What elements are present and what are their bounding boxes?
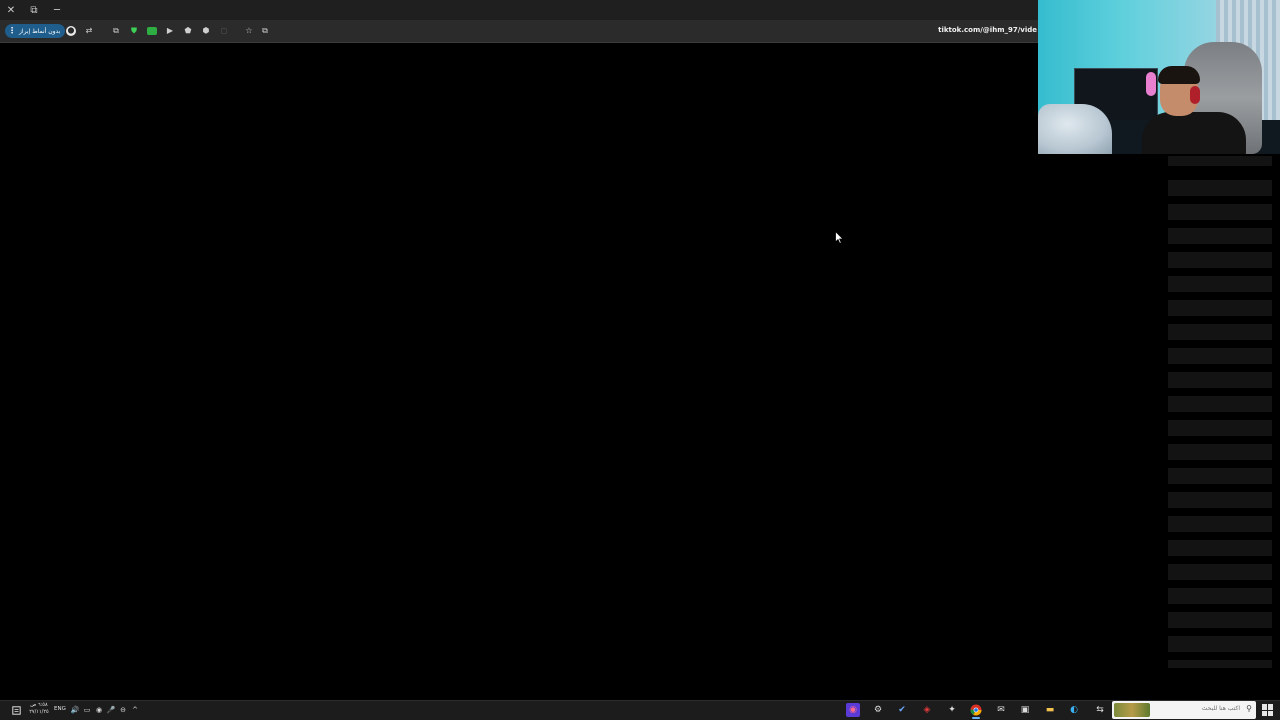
shield-icon[interactable]: ⛊ bbox=[128, 25, 140, 37]
address-bar-url[interactable]: tiktok.com/@ihm_97/vide bbox=[938, 26, 1037, 34]
kebab-menu-icon: ⋮ bbox=[8, 26, 16, 35]
loading-placeholder bbox=[1168, 204, 1272, 220]
loading-placeholder bbox=[1168, 324, 1272, 340]
chrome-icon[interactable] bbox=[969, 703, 983, 719]
search-highlight-image bbox=[1114, 703, 1150, 717]
loading-placeholder bbox=[1168, 468, 1272, 484]
loading-placeholder bbox=[1168, 396, 1272, 412]
blanket bbox=[1038, 104, 1112, 154]
restore-icon[interactable]: ⧉ bbox=[26, 2, 42, 18]
menu-label: بدون أنماط إبراز bbox=[19, 27, 61, 35]
microphone-tray-icon[interactable]: 🎤 bbox=[106, 705, 116, 715]
show-hidden-icons-chevron-icon[interactable]: ^ bbox=[130, 705, 140, 715]
play-icon[interactable]: ▶ bbox=[164, 25, 176, 37]
notifications-icon[interactable] bbox=[11, 705, 21, 715]
loading-placeholder bbox=[1168, 372, 1272, 388]
game-launcher-icon[interactable]: ✦ bbox=[945, 703, 959, 717]
loading-placeholder bbox=[1168, 660, 1272, 668]
browser-menu-button[interactable]: بدون أنماط إبراز ⋮ bbox=[5, 24, 66, 38]
loading-placeholder bbox=[1168, 516, 1272, 532]
loading-placeholder bbox=[1168, 588, 1272, 604]
profile-icon[interactable]: ⬤ bbox=[66, 26, 76, 36]
loading-placeholder bbox=[1168, 252, 1272, 268]
loading-placeholder bbox=[1168, 636, 1272, 652]
mail-icon[interactable]: ✉ bbox=[994, 703, 1008, 717]
loading-placeholder bbox=[1168, 444, 1272, 460]
loading-placeholder bbox=[1168, 348, 1272, 364]
battery-extension-icon[interactable] bbox=[147, 27, 157, 35]
edge-icon[interactable]: ◐ bbox=[1067, 703, 1081, 717]
loading-placeholder bbox=[1168, 228, 1272, 244]
adblock-icon[interactable]: ⬟ bbox=[182, 25, 194, 37]
close-icon[interactable]: ✕ bbox=[3, 2, 19, 18]
loading-placeholder bbox=[1168, 276, 1272, 292]
loading-placeholder bbox=[1168, 156, 1272, 166]
settings-gear-icon[interactable]: ⚙ bbox=[871, 703, 885, 717]
bookmark-star-icon[interactable]: ☆ bbox=[243, 25, 255, 37]
task-view-icon[interactable]: ⇆ bbox=[1093, 703, 1107, 717]
steam-icon[interactable]: ✔ bbox=[895, 703, 909, 717]
camera-extension-icon[interactable]: ⬢ bbox=[200, 25, 212, 37]
extensions-icon[interactable]: ⧉ bbox=[110, 25, 122, 37]
store-icon[interactable]: ▣ bbox=[1018, 703, 1032, 717]
clock-date: ٢٧/١١/٢٥ bbox=[29, 709, 49, 715]
minimize-icon[interactable]: ─ bbox=[49, 2, 65, 18]
streaming-app-icon[interactable]: ◉ bbox=[846, 703, 860, 717]
app-tray-icon[interactable]: ◉ bbox=[94, 705, 104, 715]
windows-start-icon[interactable] bbox=[1262, 704, 1274, 716]
search-placeholder: اكتب هنا للبحث bbox=[1201, 705, 1240, 712]
windows-taskbar bbox=[0, 700, 1280, 720]
streamer-hair bbox=[1158, 66, 1200, 84]
loading-placeholder bbox=[1168, 612, 1272, 628]
system-clock[interactable]: ٦:٥٨ ص ٢٧/١١/٢٥ bbox=[27, 702, 51, 716]
loading-placeholder bbox=[1168, 564, 1272, 580]
loading-placeholder bbox=[1168, 492, 1272, 508]
clock-time: ٦:٥٨ ص bbox=[30, 702, 48, 708]
search-icon: ⚲ bbox=[1246, 704, 1252, 713]
share-page-icon[interactable]: ⧉ bbox=[259, 25, 271, 37]
loading-placeholder bbox=[1168, 540, 1272, 556]
network-icon[interactable]: ▭ bbox=[82, 705, 92, 715]
mouse-pointer-icon bbox=[835, 231, 844, 244]
tray-app-icon[interactable]: ⊖ bbox=[118, 705, 128, 715]
loading-placeholder bbox=[1168, 420, 1272, 436]
headphones bbox=[1190, 86, 1200, 104]
file-explorer-icon[interactable]: ▬ bbox=[1043, 703, 1057, 717]
loading-placeholder bbox=[1168, 180, 1272, 196]
translate-icon[interactable]: ⇄ bbox=[83, 25, 95, 37]
disabled-extension-icon: ◻ bbox=[220, 26, 228, 35]
webcam-overlay bbox=[1038, 0, 1280, 154]
input-language[interactable]: ENG bbox=[54, 706, 66, 712]
microphone bbox=[1146, 72, 1156, 96]
loading-placeholder bbox=[1168, 300, 1272, 316]
media-app-icon[interactable]: ◈ bbox=[920, 703, 934, 717]
taskbar-search-box[interactable]: اكتب هنا للبحث ⚲ bbox=[1112, 701, 1256, 719]
streamer-body bbox=[1142, 112, 1246, 154]
volume-icon[interactable]: 🔊 bbox=[70, 705, 80, 715]
